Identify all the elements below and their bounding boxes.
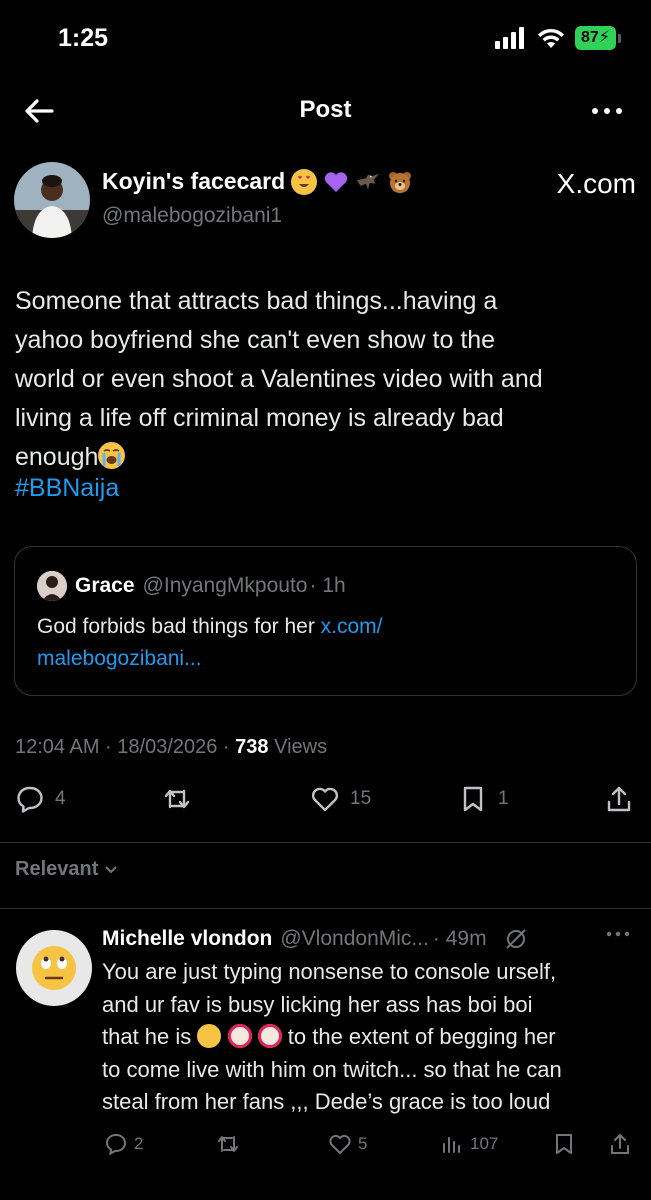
status-bar: 1:25 87⚡ (0, 0, 651, 80)
quote-time: · 1h (309, 574, 346, 597)
reply-author-handle[interactable]: @VlondonMic... (280, 927, 429, 951)
share-icon (607, 786, 631, 812)
reply-icon (17, 786, 43, 813)
like-button[interactable]: 15 (310, 784, 371, 814)
heart-icon (311, 787, 339, 812)
reply-sort-label: Relevant (15, 858, 99, 880)
reply-button[interactable]: 4 (15, 784, 66, 814)
reply-views-button[interactable]: 107 (440, 1132, 498, 1156)
hashtag-link[interactable]: #BBNaija (15, 474, 119, 503)
quote-text: God forbids bad things for her x.com/ ma… (37, 615, 383, 670)
post-actions: 4 15 1 (0, 784, 651, 826)
loudly-crying-emoji-icon (98, 442, 126, 469)
heart-icon (329, 1134, 351, 1155)
reply-reply-button[interactable]: 2 (104, 1132, 143, 1156)
more-options-icon[interactable] (587, 94, 627, 128)
bookmark-icon (556, 1134, 572, 1154)
views-label: Views (268, 736, 328, 758)
quoted-post[interactable]: Grace @InyangMkpouto · 1h God forbids ba… (14, 546, 637, 696)
author-avatar[interactable] (14, 162, 90, 238)
reply-more-icon[interactable] (605, 926, 631, 942)
status-time: 1:25 (58, 24, 109, 52)
views-count: 738 (235, 736, 269, 758)
post-author: Koyin's facecard @malebogozibani1 X.com (14, 162, 636, 242)
eagle-icon (355, 169, 381, 195)
source-label[interactable]: X.com (557, 168, 636, 200)
reply-actions: 2 5 107 (0, 1132, 651, 1162)
quote-author-handle[interactable]: @InyangMkpouto (143, 574, 308, 598)
post-meta: 12:04 AM · 18/03/2026 · 738 Views (15, 736, 327, 759)
reply-views-count: 107 (470, 1134, 499, 1153)
analytics-icon (443, 1137, 460, 1153)
repost-icon (164, 789, 190, 809)
reply-text: You are just typing nonsense to console … (102, 959, 562, 1114)
repost-icon (218, 1136, 238, 1152)
reply-like-button[interactable]: 5 (328, 1132, 367, 1156)
quote-author-name[interactable]: Grace (75, 574, 135, 598)
reply-sort-dropdown[interactable]: Relevant (15, 858, 118, 881)
chevron-down-icon (105, 865, 118, 873)
grok-icon[interactable] (503, 926, 529, 952)
author-name-row: Koyin's facecard (102, 168, 413, 195)
reply-avatar[interactable] (16, 930, 92, 1006)
bookmark-button[interactable]: 1 (458, 784, 509, 814)
purple-heart-icon (323, 169, 349, 195)
wifi-icon (537, 28, 564, 48)
quote-link[interactable]: x.com/ (321, 615, 383, 638)
signal-icon (494, 27, 524, 49)
bookmark-icon (463, 786, 483, 812)
reply-bookmark-button[interactable] (552, 1132, 576, 1156)
clown-emoji-icon (257, 1024, 282, 1048)
bookmark-count: 1 (498, 788, 509, 809)
rolling-eyes-emoji-icon (32, 946, 76, 990)
battery-icon: 87⚡ (574, 26, 621, 50)
reply-author-name[interactable]: Michelle vlondon (102, 927, 272, 951)
quote-link-cont[interactable]: malebogozibani... (37, 647, 202, 670)
heart-eyes-emoji-icon (291, 168, 318, 195)
status-icons: 87⚡ (494, 26, 621, 50)
page-title: Post (299, 96, 352, 123)
battery-level: 87⚡ (574, 26, 616, 50)
divider (0, 842, 651, 843)
reply-reply-count: 2 (134, 1134, 144, 1153)
reply-like-count: 5 (358, 1134, 368, 1153)
bear-icon (387, 169, 413, 195)
reply-icon (105, 1133, 127, 1156)
reply-post[interactable]: Michelle vlondon @VlondonMic... · 49m Yo… (0, 910, 651, 1200)
author-name[interactable]: Koyin's facecard (102, 168, 285, 195)
quote-author-avatar[interactable] (37, 571, 67, 601)
share-icon (611, 1134, 629, 1154)
reply-time: · 49m (432, 927, 487, 950)
reply-share-button[interactable] (608, 1132, 632, 1156)
author-handle[interactable]: @malebogozibani1 (102, 204, 282, 228)
rofl-emoji-icon (197, 1024, 222, 1048)
divider (0, 908, 651, 909)
post-text: Someone that attracts bad things...havin… (15, 287, 543, 471)
clown-emoji-icon (227, 1024, 252, 1048)
reply-repost-button[interactable] (216, 1132, 240, 1156)
share-button[interactable] (604, 784, 634, 814)
repost-button[interactable] (162, 784, 192, 814)
reply-header: Michelle vlondon @VlondonMic... · 49m (102, 926, 642, 952)
like-count: 15 (350, 788, 372, 809)
quote-header: Grace @InyangMkpouto · 1h (37, 571, 346, 601)
post-timestamp: 12:04 AM · 18/03/2026 · (15, 736, 236, 758)
top-nav: Post (0, 84, 651, 138)
reply-count: 4 (55, 788, 66, 809)
